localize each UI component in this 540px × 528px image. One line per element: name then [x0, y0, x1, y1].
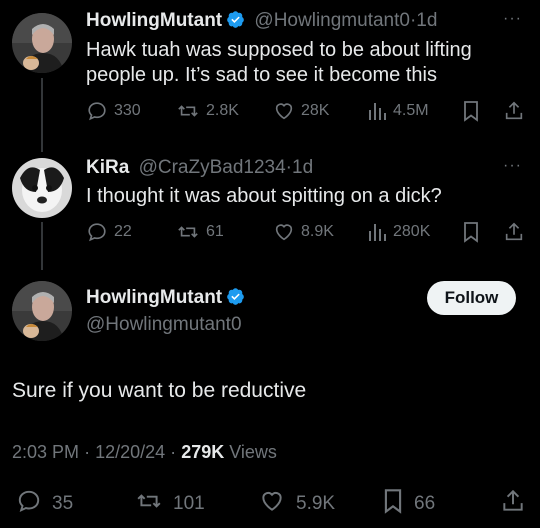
- thread-line: [41, 222, 43, 270]
- retweet-button[interactable]: 2.8K: [176, 100, 239, 122]
- retweet-icon: [176, 100, 200, 122]
- view-count: 279K: [181, 442, 225, 462]
- reply-icon: [86, 100, 108, 122]
- follow-button[interactable]: Follow: [427, 281, 516, 315]
- author-name[interactable]: HowlingMutant: [86, 10, 222, 31]
- share-button[interactable]: [500, 488, 526, 520]
- more-options-icon[interactable]: ···: [503, 157, 522, 175]
- like-count: 5.9K: [296, 493, 336, 514]
- heart-icon: [258, 488, 286, 520]
- reply-button[interactable]: 330: [86, 100, 141, 122]
- like-button[interactable]: 5.9K: [258, 488, 335, 520]
- tweet-metadata: 2:03 PM · 12/20/24 · 279K Views: [12, 442, 277, 463]
- separator: ·: [170, 442, 177, 462]
- like-count: 8.9K: [301, 223, 334, 240]
- retweet-count: 2.8K: [206, 102, 239, 119]
- like-count: 28K: [301, 102, 330, 119]
- reply-button[interactable]: 35: [16, 488, 73, 520]
- reply-count: 35: [52, 493, 74, 514]
- author-name[interactable]: HowlingMutant: [86, 287, 222, 308]
- retweet-icon: [135, 488, 163, 520]
- tweet-text: Hawk tuah was supposed to be about lifti…: [86, 38, 472, 88]
- bookmark-button[interactable]: 66: [382, 488, 435, 520]
- share-button[interactable]: [503, 100, 525, 122]
- avatar[interactable]: [12, 13, 72, 73]
- avatar[interactable]: [12, 281, 72, 341]
- tweet-author-name[interactable]: HowlingMutant @Howlingmutant0·1d: [86, 10, 437, 32]
- tweet-date[interactable]: 12/20/24: [95, 442, 165, 462]
- tweet-time[interactable]: 1d: [292, 157, 313, 178]
- reply-button[interactable]: 22: [86, 221, 132, 243]
- tweet-author-name[interactable]: KiRa @CraZyBad1234·1d: [86, 157, 313, 179]
- tweet-text: I thought it was about spitting on a dic…: [86, 185, 442, 207]
- reply-count: 330: [114, 102, 141, 119]
- retweet-icon: [176, 221, 200, 243]
- tweet-time[interactable]: 2:03 PM: [12, 442, 79, 462]
- view-count: 4.5M: [393, 102, 429, 119]
- bookmark-button[interactable]: [462, 100, 480, 122]
- analytics-icon: [367, 221, 387, 243]
- share-icon: [500, 488, 526, 520]
- bookmark-icon: [462, 100, 480, 122]
- reply-icon: [86, 221, 108, 243]
- main-tweet-text: Sure if you want to be reductive: [12, 379, 307, 402]
- views-label: Views: [229, 442, 277, 462]
- verified-badge-icon: [226, 10, 245, 29]
- bookmark-icon: [462, 221, 480, 243]
- avatar[interactable]: [12, 158, 72, 218]
- share-button[interactable]: [503, 221, 525, 243]
- more-options-icon[interactable]: ···: [503, 10, 522, 28]
- author-handle[interactable]: @CraZyBad1234: [139, 157, 286, 178]
- heart-icon: [273, 100, 295, 122]
- reply-count: 22: [114, 223, 132, 240]
- bookmark-button[interactable]: [462, 221, 480, 243]
- tweet-text-line: Hawk tuah was supposed to be about lifti…: [86, 39, 472, 61]
- tweet-time[interactable]: 1d: [416, 10, 437, 31]
- thread-line: [41, 78, 43, 152]
- like-button[interactable]: 28K: [273, 100, 329, 122]
- reply-icon: [16, 488, 42, 520]
- bookmark-icon: [382, 488, 404, 520]
- share-icon: [503, 100, 525, 122]
- retweet-count: 61: [206, 223, 224, 240]
- author-name[interactable]: KiRa: [86, 157, 129, 178]
- verified-badge-icon: [226, 287, 245, 306]
- views-button[interactable]: 4.5M: [367, 100, 429, 122]
- retweet-button[interactable]: 101: [135, 488, 205, 520]
- share-icon: [503, 221, 525, 243]
- bookmark-count: 66: [414, 493, 436, 514]
- tweet-text-line: people up. It’s sad to see it become thi…: [86, 64, 437, 86]
- retweet-button[interactable]: 61: [176, 221, 224, 243]
- analytics-icon: [367, 100, 387, 122]
- view-count: 280K: [393, 223, 431, 240]
- views-button[interactable]: 280K: [367, 221, 430, 243]
- author-handle[interactable]: @Howlingmutant0: [86, 314, 242, 336]
- main-author[interactable]: HowlingMutant: [86, 287, 245, 309]
- separator: ·: [84, 442, 91, 462]
- author-handle[interactable]: @Howlingmutant0: [254, 10, 410, 31]
- like-button[interactable]: 8.9K: [273, 221, 334, 243]
- retweet-count: 101: [173, 493, 205, 514]
- heart-icon: [273, 221, 295, 243]
